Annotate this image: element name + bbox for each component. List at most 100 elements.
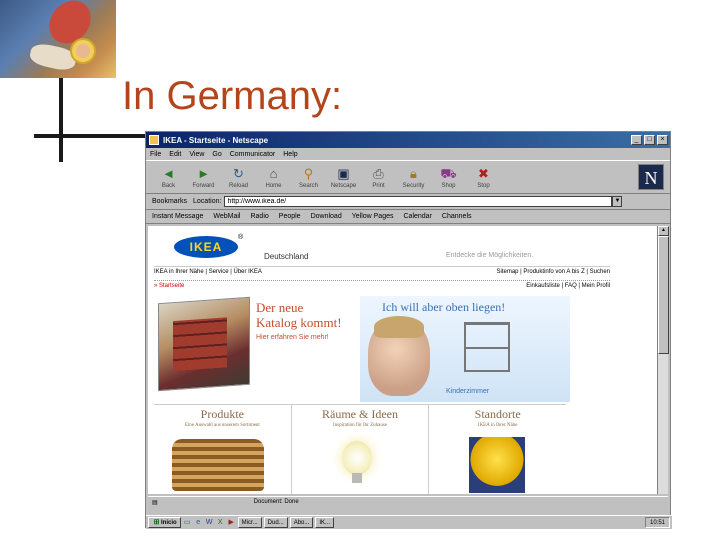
catalog-headline: Der neue Katalog kommt! xyxy=(256,300,342,330)
back-icon: ◄ xyxy=(162,165,175,181)
quicklaunch-excel-icon[interactable]: X xyxy=(216,518,225,527)
location-bar: Bookmarks Location: ▼ xyxy=(146,194,670,210)
menu-file[interactable]: File xyxy=(150,151,161,158)
page-content: IKEA ® Deutschland Entdecke die Möglichk… xyxy=(148,226,658,494)
registered-mark: ® xyxy=(238,234,244,241)
print-icon: ⎙ xyxy=(373,165,384,181)
windows-logo-icon: ⊞ xyxy=(153,519,160,526)
category-produkte[interactable]: Produkte Eine Auswahl aus unserem Sortim… xyxy=(154,405,292,494)
taskbar-item-micr[interactable]: Micr... xyxy=(237,517,262,528)
menu-go[interactable]: Go xyxy=(212,151,221,158)
catalog-banner[interactable]: Der neue Katalog kommt! Hier erfahren Si… xyxy=(152,296,358,400)
bookmarks-button[interactable]: Bookmarks xyxy=(152,198,187,205)
category-standorte[interactable]: Standorte IKEA in Ihrer Nähe xyxy=(429,405,566,494)
forward-button[interactable]: ► Forward xyxy=(187,166,220,189)
catalog-more-link[interactable]: Hier erfahren Sie mehr! xyxy=(256,334,329,341)
url-dropdown-arrow-icon[interactable]: ▼ xyxy=(612,196,623,207)
ikea-sub-nav: » Startseite Einkaufsliste | FAQ | Mein … xyxy=(154,280,610,289)
status-icon: ▤ xyxy=(152,499,158,506)
ikea-nav-left-links[interactable]: IKEA in Ihrer Nähe | Service | Über IKEA xyxy=(154,269,262,275)
taskbar-item-dud[interactable]: Dud... xyxy=(263,517,288,528)
shop-icon: ⛟ xyxy=(440,165,457,181)
netscape-window-icon xyxy=(149,135,159,145)
start-button[interactable]: ⊞ Inicio xyxy=(148,517,181,528)
forward-icon: ► xyxy=(197,165,210,181)
menu-view[interactable]: View xyxy=(189,151,204,158)
menu-edit[interactable]: Edit xyxy=(169,151,181,158)
menu-help[interactable]: Help xyxy=(283,151,297,158)
personal-people[interactable]: People xyxy=(279,213,301,220)
search-button[interactable]: ⚲ Search xyxy=(292,166,325,189)
quicklaunch-desktop-icon[interactable]: ▭ xyxy=(183,518,192,527)
netscape-window: IKEA - Startseite - Netscape _ □ × File … xyxy=(145,131,672,529)
ikea-top-nav: IKEA in Ihrer Nähe | Service | Über IKEA… xyxy=(154,266,610,275)
stop-icon: ✖ xyxy=(478,165,489,181)
category-row: Produkte Eine Auswahl aus unserem Sortim… xyxy=(154,404,566,494)
startseite-link[interactable]: » Startseite xyxy=(154,283,184,289)
decorative-horizontal-line xyxy=(34,134,152,138)
sofa-image xyxy=(172,439,264,491)
vertical-scrollbar[interactable]: ▲ xyxy=(657,226,669,494)
country-label: Deutschland xyxy=(264,252,309,261)
netscape-icon: ▣ xyxy=(337,165,350,181)
child-photo xyxy=(368,316,430,396)
personal-toolbar: Instant Message WebMail Radio People Dow… xyxy=(146,210,670,224)
angel-painting-image xyxy=(0,0,116,78)
decorative-vertical-line xyxy=(59,78,63,162)
print-button[interactable]: ⎙ Print xyxy=(362,166,395,189)
quicklaunch-word-icon[interactable]: W xyxy=(205,518,214,527)
maximize-button[interactable]: □ xyxy=(644,135,655,145)
window-title: IKEA - Startseite - Netscape xyxy=(163,135,269,145)
personal-yellow-pages[interactable]: Yellow Pages xyxy=(352,213,394,220)
slogan: Entdecke die Möglichkeiten. xyxy=(446,252,534,259)
personal-download[interactable]: Download xyxy=(311,213,342,220)
netscape-logo-icon[interactable]: N xyxy=(638,164,664,190)
minimize-button[interactable]: _ xyxy=(631,135,642,145)
system-clock: 10:51 xyxy=(644,517,670,528)
reload-icon: ↻ xyxy=(233,165,244,181)
windows-taskbar: ⊞ Inicio ▭ e W X ▶ Micr... Dud... Abo... … xyxy=(146,515,672,529)
personal-webmail[interactable]: WebMail xyxy=(213,213,240,220)
home-button[interactable]: ⌂ Home xyxy=(257,166,290,189)
ikea-nav-right-links[interactable]: Sitemap | Produktinfo von A bis Z | Such… xyxy=(496,269,610,275)
category-raeume-ideen[interactable]: Räume & Ideen Inspiration für Ihr Zuhaus… xyxy=(292,405,430,494)
shop-button[interactable]: ⛟ Shop xyxy=(432,166,465,189)
slide-title: In Germany: xyxy=(122,74,343,118)
personal-instant-message[interactable]: Instant Message xyxy=(152,213,203,220)
personal-channels[interactable]: Channels xyxy=(442,213,472,220)
kids-room-banner[interactable]: Ich will aber oben liegen! Kinderzimmer xyxy=(360,296,570,402)
location-label: Location: xyxy=(193,198,222,205)
status-text: Document: Done xyxy=(253,499,299,505)
close-button[interactable]: × xyxy=(657,135,668,145)
ikea-logo[interactable]: IKEA xyxy=(174,236,238,258)
kinderzimmer-link[interactable]: Kinderzimmer xyxy=(446,388,489,395)
quicklaunch-ie-icon[interactable]: e xyxy=(194,518,203,527)
back-button[interactable]: ◄ Back xyxy=(152,166,185,189)
search-icon: ⚲ xyxy=(303,165,314,181)
bunk-bed-drawing xyxy=(464,322,510,372)
home-icon: ⌂ xyxy=(269,165,278,181)
personal-radio[interactable]: Radio xyxy=(250,213,268,220)
url-input[interactable] xyxy=(224,196,613,207)
navigation-toolbar: ◄ Back ► Forward ↻ Reload ⌂ Home ⚲ Search ▣ Ne… xyxy=(146,160,670,194)
catalog-cover-image xyxy=(158,296,250,392)
stop-button[interactable]: ✖ Stop xyxy=(467,166,500,189)
reload-button[interactable]: ↻ Reload xyxy=(222,166,255,189)
store-image xyxy=(469,437,526,493)
security-icon: 🔒︎ xyxy=(410,165,417,181)
scroll-up-icon[interactable]: ▲ xyxy=(658,226,669,236)
quicklaunch-media-icon[interactable]: ▶ xyxy=(227,518,236,527)
lightbulb-image xyxy=(341,441,372,483)
status-bar: ▤ Document: Done xyxy=(148,496,668,507)
personal-calendar[interactable]: Calendar xyxy=(404,213,432,220)
taskbar-item-ikea[interactable]: IK... xyxy=(315,517,335,528)
menu-bar: File Edit View Go Communicator Help xyxy=(146,148,670,160)
ikea-profile-links[interactable]: Einkaufsliste | FAQ | Mein Profil xyxy=(526,283,610,289)
security-button[interactable]: 🔒︎ Security xyxy=(397,166,430,189)
kids-headline: Ich will aber oben liegen! xyxy=(382,300,506,314)
menu-communicator[interactable]: Communicator xyxy=(230,151,276,158)
window-titlebar[interactable]: IKEA - Startseite - Netscape _ □ × xyxy=(146,132,670,148)
scroll-thumb[interactable] xyxy=(658,236,669,354)
taskbar-item-abo[interactable]: Abo... xyxy=(289,517,314,528)
netscape-button[interactable]: ▣ Netscape xyxy=(327,166,360,189)
